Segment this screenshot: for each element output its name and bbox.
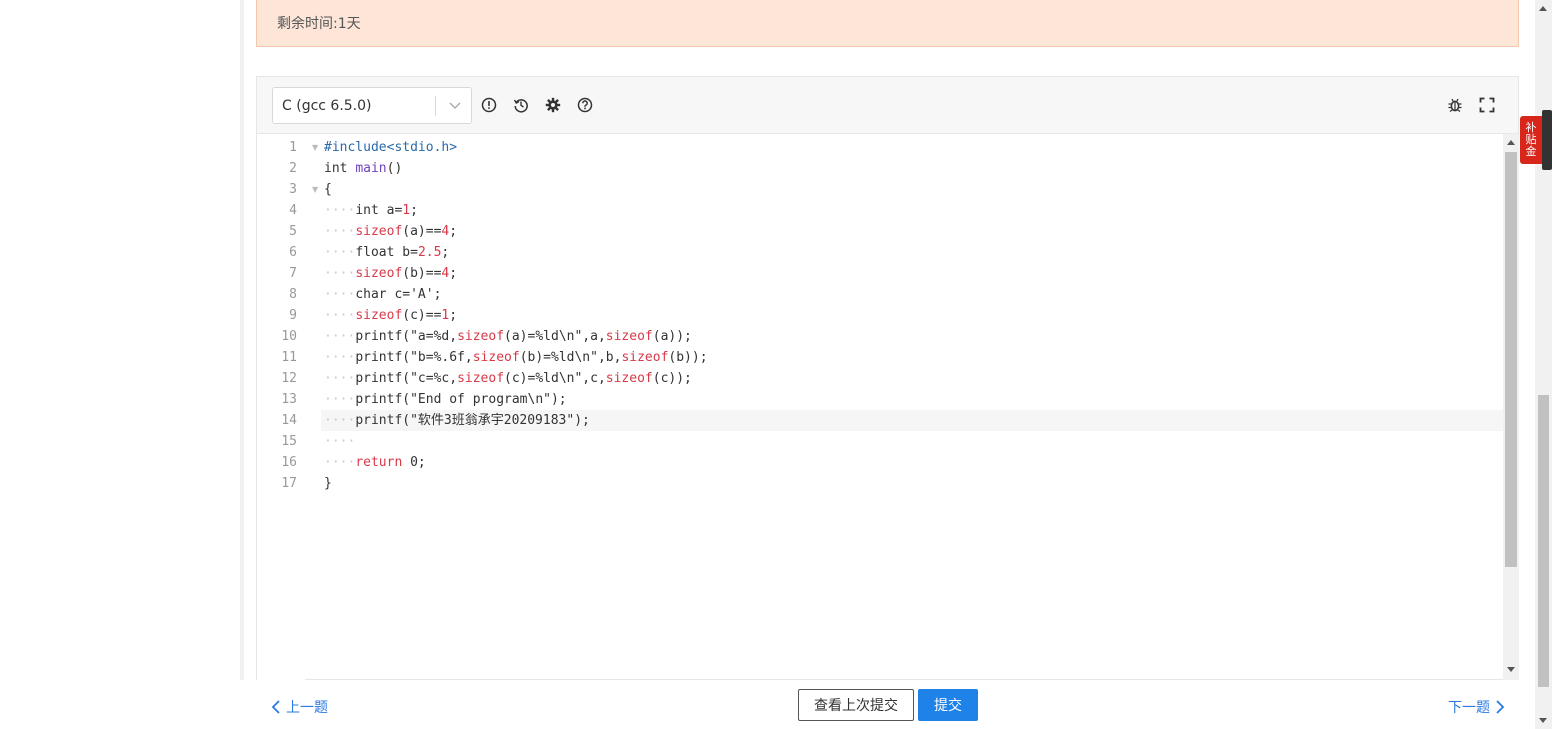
language-select-value: C (gcc 6.5.0) [282,97,372,114]
code-line: ····sizeof(b)==4; [324,266,458,281]
scroll-down-icon[interactable] [1507,667,1515,672]
code-editor: C (gcc 6.5.0) 1 2 3 4 5 6 7 8 9 10 11 12… [256,76,1519,680]
code-line: } [324,476,332,491]
code-line: ····printf("软件3班翁承宇20209183"); [324,413,590,428]
code-line: ····sizeof(c)==1; [324,308,458,323]
code-line: ····printf("c=%c,sizeof(c)=%ld\n",c,size… [324,371,692,386]
line-number-gutter: 1 2 3 4 5 6 7 8 9 10 11 12 13 14 15 16 1… [257,134,318,680]
line-number: 11 [281,350,297,365]
code-text-area[interactable]: #include<stdio.h> int main() { ····int a… [305,134,1503,680]
submit-button[interactable]: 提交 [918,689,978,721]
line-number: 12 [281,371,297,386]
gear-icon[interactable] [544,96,562,114]
code-line: int main() [324,161,403,176]
help-icon[interactable] [576,96,594,114]
subsidy-tab-char: 金 [1525,145,1537,158]
code-line: ····int a=1; [324,203,418,218]
scrollbar-thumb[interactable] [1505,152,1517,567]
code-line: ····float b=2.5; [324,245,450,260]
line-number: 17 [281,476,297,491]
subsidy-tab-handle[interactable] [1542,110,1552,170]
code-line: ····return 0; [324,455,426,470]
question-navigation-bar: 上一题 查看上次提交 提交 下一题 [256,680,1519,729]
language-select[interactable]: C (gcc 6.5.0) [272,87,472,124]
code-line: ····char c='A'; [324,287,442,302]
code-line: ···· [324,434,356,449]
view-last-submission-button[interactable]: 查看上次提交 [798,689,914,721]
code-line: #include<stdio.h> [324,140,458,155]
next-question-label: 下一题 [1448,700,1490,716]
code-line: ····sizeof(a)==4; [324,224,458,239]
line-number: 14 [281,413,297,428]
line-number: 1 [289,140,297,155]
line-number: 15 [281,434,297,449]
chevron-down-icon [447,97,463,113]
fullscreen-icon[interactable] [1478,96,1496,114]
code-line: ····printf("a=%d,sizeof(a)=%ld\n",a,size… [324,329,692,344]
chevron-right-icon [1496,700,1505,714]
remaining-time-banner: 剩余时间:1天 [256,0,1519,47]
line-number: 13 [281,392,297,407]
line-number: 10 [281,329,297,344]
scroll-up-icon[interactable] [1539,6,1547,11]
chevron-left-icon [271,700,280,714]
line-number: 7 [289,266,297,281]
remaining-time-text: 剩余时间:1天 [277,16,361,32]
line-number: 8 [289,287,297,302]
info-icon[interactable] [480,96,498,114]
scrollbar-thumb[interactable] [1538,395,1549,687]
code-line: ····printf("End of program\n"); [324,392,567,407]
previous-question-link[interactable]: 上一题 [270,697,328,717]
left-panel [0,0,240,729]
scroll-down-icon[interactable] [1539,718,1547,723]
line-number: 9 [289,308,297,323]
code-line: { [324,182,332,197]
editor-scrollbar[interactable] [1503,134,1519,680]
bug-icon[interactable] [1446,96,1464,114]
line-number: 16 [281,455,297,470]
line-number: 4 [289,203,297,218]
code-line: ····printf("b=%.6f,sizeof(b)=%ld\n",b,si… [324,350,708,365]
next-question-link[interactable]: 下一题 [1448,697,1506,717]
previous-question-label: 上一题 [286,700,328,716]
line-number: 2 [289,161,297,176]
editor-toolbar: C (gcc 6.5.0) [257,77,1518,134]
history-icon[interactable] [512,96,530,114]
line-number: 6 [289,245,297,260]
subsidy-side-tab[interactable]: 补 贴 金 [1520,116,1542,164]
select-separator [435,96,436,116]
line-number: 5 [289,224,297,239]
line-number: 3 [289,182,297,197]
scroll-up-icon[interactable] [1507,140,1515,145]
